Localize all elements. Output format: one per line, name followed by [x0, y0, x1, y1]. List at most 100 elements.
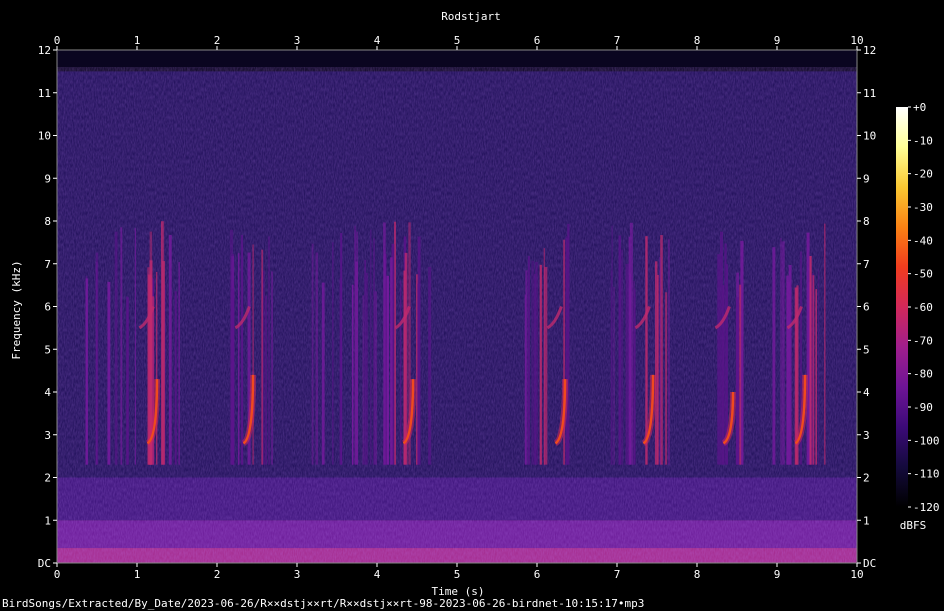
- phrase-streak: [610, 270, 612, 465]
- y-tick-label: 1: [863, 514, 870, 527]
- phrase-streak: [315, 252, 318, 465]
- y-tick-label: 8: [44, 215, 51, 228]
- phrase-streak: [370, 229, 372, 465]
- phrase-streak: [390, 257, 393, 465]
- y-tick-label: 5: [44, 343, 51, 356]
- x-tick-label: 1: [134, 568, 141, 581]
- phrase-streak: [174, 291, 177, 465]
- y-tick-label: 7: [44, 258, 51, 271]
- phrase-streak: [527, 256, 530, 465]
- phrase-streak: [824, 223, 826, 465]
- spectrogram-chart: Rodstjart 0 1 2 3 4 5 6 7 8 9 10 0 1 2 3 4 5 6 7 8 9 10 DC12…: [10, 10, 940, 598]
- phrase-streak: [107, 281, 111, 465]
- x-tick-label: 10: [850, 568, 863, 581]
- phrase-streak: [806, 232, 810, 465]
- y-tick-label: 11: [863, 87, 876, 100]
- phrase-streak: [261, 249, 264, 465]
- phrase-streak: [660, 235, 663, 465]
- x-tick-label: 1: [134, 34, 141, 47]
- phrase-streak: [618, 235, 621, 465]
- phrase-streak: [724, 243, 727, 465]
- y-tick-label: 11: [38, 87, 51, 100]
- x-tick-label: 9: [774, 34, 781, 47]
- x-tick-label: 3: [294, 568, 301, 581]
- colorbar-tick-label: -120: [913, 501, 940, 514]
- phrase-streak: [539, 264, 542, 465]
- y-tick-label: 10: [38, 130, 51, 143]
- phrase-streak: [654, 261, 658, 465]
- phrase-streak: [739, 284, 742, 465]
- y-tick-label: 5: [863, 343, 870, 356]
- colorbar-tick-label: -80: [913, 368, 933, 381]
- x-tick-label: 5: [454, 34, 461, 47]
- phrase-streak: [271, 271, 273, 465]
- phrase-streak: [386, 275, 389, 465]
- colorbar-tick-label: -70: [913, 334, 933, 347]
- x-tick-label: 6: [534, 34, 541, 47]
- y-axis-label: Frequency (kHz): [10, 260, 23, 359]
- x-tick-label: 4: [374, 568, 381, 581]
- colorbar-tick-label: -90: [913, 401, 933, 414]
- phrase-streak: [809, 256, 812, 465]
- phrase-streak: [625, 263, 629, 465]
- colorbar-label: dBFS: [900, 519, 927, 532]
- y-tick-label: 3: [44, 429, 51, 442]
- colorbar: +0 -10 -20 -30 -40 -50 -60 -70 -80 -90 -100 -110 -12…: [896, 101, 940, 532]
- x-tick-label: 8: [694, 34, 701, 47]
- phrase-streak: [531, 260, 535, 465]
- phrase-streak: [633, 289, 636, 465]
- colorbar-tick-label: -10: [913, 134, 933, 147]
- y-tick-label: DC: [863, 557, 876, 570]
- phrase-streak: [252, 244, 254, 465]
- colorbar-tick-label: -110: [913, 468, 940, 481]
- y-tick-label: 4: [44, 386, 51, 399]
- phrase-streak: [168, 234, 172, 465]
- y-axis-left: DC123456789101112: [38, 44, 57, 570]
- phrase-streak: [781, 241, 785, 465]
- x-tick-label: 7: [614, 568, 621, 581]
- x-axis-bottom: 0 1 2 3 4 5 6 7 8 9 10: [54, 563, 864, 581]
- phrase-streak: [155, 271, 158, 465]
- x-tick-label: 0: [54, 34, 61, 47]
- colorbar-tick-label: -60: [913, 301, 933, 314]
- phrase-streak: [85, 278, 88, 465]
- phrase-streak: [722, 285, 725, 465]
- phrase-streak: [267, 236, 271, 465]
- phrase-streak: [265, 295, 268, 465]
- phrase-streak: [362, 295, 364, 465]
- phrase-streak: [321, 282, 325, 465]
- x-tick-label: 2: [214, 34, 221, 47]
- phrase-streak: [311, 243, 314, 465]
- phrase-streak: [665, 292, 668, 465]
- y-tick-label: 6: [44, 301, 51, 314]
- x-tick-label: 9: [774, 568, 781, 581]
- phrase-streak: [95, 252, 99, 465]
- y-tick-label: 4: [863, 386, 870, 399]
- colorbar-tick-label: -50: [913, 268, 933, 281]
- plot-area: [56, 49, 858, 564]
- colorbar-tick-label: -100: [913, 434, 940, 447]
- y-axis-right: DC123456789101112: [857, 44, 876, 570]
- colorbar-tick-label: -30: [913, 201, 933, 214]
- phrase-streak: [126, 297, 129, 465]
- x-axis-top: 0 1 2 3 4 5 6 7 8 9 10: [54, 34, 864, 50]
- x-tick-label: 4: [374, 34, 381, 47]
- phrase-streak: [786, 281, 790, 465]
- x-tick-label: 3: [294, 34, 301, 47]
- spectrogram-image: [57, 67, 857, 563]
- phrase-streak: [340, 232, 343, 465]
- phrase-streak: [403, 270, 406, 465]
- y-tick-label: 12: [863, 44, 876, 57]
- phrase-streak: [428, 266, 432, 465]
- phrase-streak: [351, 284, 354, 465]
- phrase-streak: [374, 291, 378, 465]
- phrase-streak: [356, 231, 358, 465]
- phrase-streak: [772, 247, 776, 465]
- x-tick-label: 7: [614, 34, 621, 47]
- chart-title: Rodstjart: [441, 10, 501, 23]
- y-tick-label: 6: [863, 301, 870, 314]
- phrase-streak: [399, 280, 402, 465]
- colorbar-gradient: [896, 107, 908, 507]
- y-tick-label: 9: [44, 172, 51, 185]
- x-tick-label: 5: [454, 568, 461, 581]
